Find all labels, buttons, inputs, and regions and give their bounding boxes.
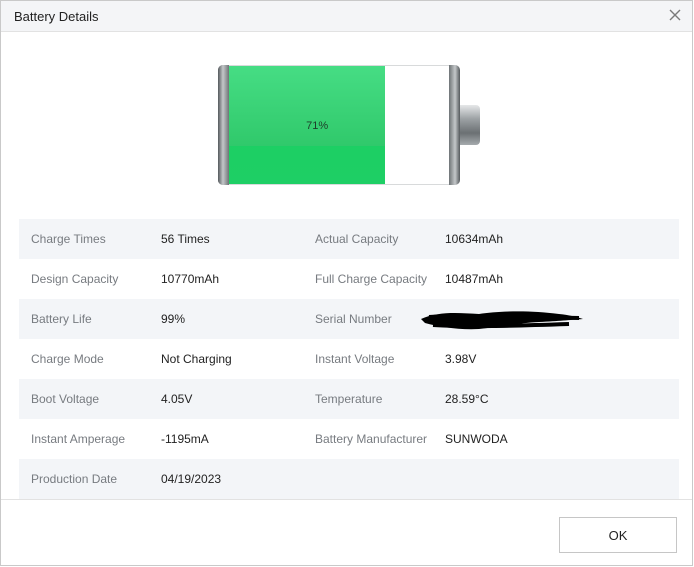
title-bar: Battery Details: [1, 1, 692, 32]
detail-label: Design Capacity: [31, 272, 119, 286]
battery-left-cap: [218, 65, 229, 185]
detail-label: Instant Amperage: [31, 432, 126, 446]
detail-value: 3.98V: [445, 352, 477, 366]
detail-value: 99%: [161, 312, 186, 326]
detail-label: Battery Life: [31, 312, 92, 326]
detail-value: 4.05V: [161, 392, 193, 406]
detail-label: Charge Mode: [31, 352, 104, 366]
battery-right-cap: [449, 65, 460, 185]
table-row: Battery Life 99% Serial Number: [19, 299, 679, 339]
detail-value: SUNWODA: [445, 432, 508, 446]
detail-value: -1195mA: [161, 432, 209, 446]
battery-level-label: 71%: [306, 120, 329, 132]
detail-label: Boot Voltage: [31, 392, 100, 406]
ok-button[interactable]: OK: [559, 517, 677, 553]
details-table: Charge Times 56 Times Actual Capacity 10…: [19, 219, 679, 499]
table-row: Charge Times 56 Times Actual Capacity 10…: [19, 219, 679, 259]
table-row: Charge Mode Not Charging Instant Voltage…: [19, 339, 679, 379]
detail-label: Full Charge Capacity: [315, 272, 428, 286]
detail-value: 04/19/2023: [161, 472, 222, 486]
table-row: Design Capacity 10770mAh Full Charge Cap…: [19, 259, 679, 299]
battery-details-dialog: Battery Details 71% Charge Times 56 Time…: [0, 0, 693, 566]
table-row: Instant Amperage -1195mA Battery Manufac…: [19, 419, 679, 459]
dialog-title: Battery Details: [14, 9, 99, 24]
table-row: Boot Voltage 4.05V Temperature 28.59°C: [19, 379, 679, 419]
detail-value: 10770mAh: [161, 272, 220, 286]
footer-divider: [1, 499, 692, 500]
detail-label: Production Date: [31, 472, 118, 486]
detail-label: Battery Manufacturer: [315, 432, 428, 446]
detail-label: Temperature: [315, 392, 383, 406]
close-icon[interactable]: [666, 6, 684, 24]
table-row: Production Date 04/19/2023: [19, 459, 679, 499]
detail-value: 28.59°C: [445, 392, 489, 406]
redacted-serial-number: [421, 311, 583, 330]
detail-label: Instant Voltage: [315, 352, 395, 366]
detail-value: Not Charging: [161, 352, 232, 366]
detail-value: 10487mAh: [445, 272, 504, 286]
battery-graphic: 71%: [218, 65, 480, 185]
battery-terminal: [460, 105, 480, 145]
detail-label: Serial Number: [315, 312, 392, 326]
detail-value: 56 Times: [161, 232, 210, 246]
detail-label: Actual Capacity: [315, 232, 399, 246]
battery-inner: 71%: [229, 65, 449, 185]
detail-label: Charge Times: [31, 232, 106, 246]
detail-value: 10634mAh: [445, 232, 504, 246]
